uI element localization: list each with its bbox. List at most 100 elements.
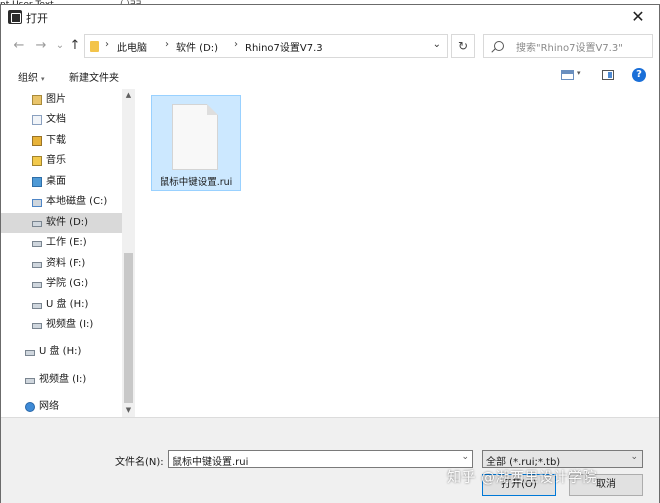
refresh-button[interactable]: ↻: [451, 34, 475, 58]
sidebar-item-drive-g[interactable]: 学院 (G:): [1, 274, 122, 294]
open-file-dialog: 打开 ✕ ← → ⌄ ↑ › 此电脑 › 软件 (D:) › Rhino7设置V…: [0, 4, 660, 503]
sidebar-item-label: U 盘 (H:): [46, 299, 89, 310]
file-type-select[interactable]: 全部 (*.rui;*.tb) ⌄: [482, 450, 643, 468]
sidebar-item-drive-d[interactable]: 软件 (D:): [1, 213, 122, 233]
network-icon: [25, 402, 35, 412]
file-name-label: 鼠标中键设置.rui: [159, 177, 233, 188]
sidebar-item-label: 学院 (G:): [46, 278, 89, 289]
chevron-down-icon[interactable]: ⌄: [461, 452, 469, 462]
drive-icon: [25, 378, 35, 384]
breadcrumb-this-pc[interactable]: 此电脑: [117, 39, 147, 54]
folder-icon: [90, 41, 99, 52]
refresh-icon: ↻: [457, 39, 469, 53]
change-view-icon[interactable]: [561, 70, 574, 80]
sidebar-item-downloads[interactable]: 下载: [1, 131, 122, 151]
documents-icon: [32, 115, 42, 125]
sidebar-item-desktop[interactable]: 桌面: [1, 172, 122, 192]
breadcrumb-separator-icon: ›: [234, 39, 238, 50]
breadcrumb-current-folder[interactable]: Rhino7设置V7.3: [245, 39, 323, 54]
drive-icon: [32, 262, 42, 268]
file-item[interactable]: 鼠标中键设置.rui: [151, 95, 241, 191]
new-folder-label: 新建文件夹: [69, 73, 119, 84]
title-bar: 打开 ✕: [1, 5, 659, 29]
forward-button[interactable]: →: [33, 38, 49, 54]
breadcrumb-separator-icon: ›: [165, 39, 169, 50]
close-icon: ✕: [631, 7, 645, 26]
sidebar-item-label: 本地磁盘 (C:): [46, 196, 108, 207]
new-folder-button[interactable]: 新建文件夹: [69, 69, 119, 84]
scroll-down-icon[interactable]: ▼: [122, 404, 135, 417]
back-arrow-icon: ←: [13, 38, 25, 53]
sidebar-item-label: 下载: [46, 135, 66, 146]
close-button[interactable]: ✕: [627, 6, 649, 28]
organize-label: 组织: [18, 73, 38, 84]
sidebar-item-drive-f[interactable]: 资料 (F:): [1, 254, 122, 274]
sidebar-item-drive-c[interactable]: 本地磁盘 (C:): [1, 192, 122, 212]
recent-locations-button[interactable]: ⌄: [52, 38, 68, 54]
up-button[interactable]: ↑: [67, 38, 83, 54]
blank-file-icon: [172, 104, 218, 170]
sidebar-item-label: 资料 (F:): [46, 258, 86, 269]
window-title: 打开: [26, 12, 48, 25]
forward-arrow-icon: →: [35, 38, 47, 53]
navigation-bar: ← → ⌄ ↑ › 此电脑 › 软件 (D:) › Rhino7设置V7.3 ⌄…: [1, 29, 659, 63]
file-name-input[interactable]: 鼠标中键设置.rui ⌄: [168, 450, 473, 468]
breadcrumb-drive-d[interactable]: 软件 (D:): [176, 39, 218, 54]
drive-icon: [32, 303, 42, 309]
sidebar-item-label: 视频盘 (I:): [46, 319, 94, 330]
address-bar[interactable]: › 此电脑 › 软件 (D:) › Rhino7设置V7.3 ⌄: [84, 34, 448, 58]
file-name-value: 鼠标中键设置.rui: [172, 457, 249, 468]
music-icon: [32, 156, 42, 166]
navigation-pane-scrollbar[interactable]: ▲ ▼: [122, 89, 135, 417]
system-drive-icon: [32, 199, 42, 207]
drive-icon: [32, 282, 42, 288]
drive-icon: [32, 241, 42, 247]
back-button[interactable]: ←: [11, 38, 27, 54]
address-history-dropdown[interactable]: ⌄: [433, 39, 441, 50]
sidebar-item-label: 音乐: [46, 155, 66, 166]
drive-icon: [25, 350, 35, 356]
app-icon: [8, 10, 22, 24]
sidebar-item-network[interactable]: 网络: [1, 397, 122, 417]
chevron-down-icon: ⌄: [55, 40, 65, 51]
organize-button[interactable]: 组织 ▾: [18, 69, 45, 84]
search-icon: [494, 41, 504, 51]
sidebar-item-label: 视频盘 (I:): [39, 374, 87, 385]
sidebar-item-usb-h[interactable]: U 盘 (H:): [1, 342, 122, 362]
file-type-value: 全部 (*.rui;*.tb): [486, 457, 561, 468]
pictures-icon: [32, 95, 42, 105]
watermark-text: 知乎 @湖西里设计学院: [447, 470, 597, 486]
help-icon[interactable]: ?: [632, 68, 646, 82]
sidebar-item-video-i[interactable]: 视频盘 (I:): [1, 370, 122, 390]
file-list-area[interactable]: 鼠标中键设置.rui: [135, 89, 659, 417]
sidebar-item-label: 软件 (D:): [46, 217, 89, 228]
file-name-label: 文件名(N):: [115, 457, 164, 468]
chevron-down-icon: ⌄: [630, 452, 638, 462]
caret-down-icon: ▾: [41, 75, 45, 83]
drive-icon: [32, 323, 42, 329]
preview-pane-icon[interactable]: [602, 70, 614, 80]
sidebar-item-label: 工作 (E:): [46, 237, 87, 248]
sidebar-item-drive-h[interactable]: U 盘 (H:): [1, 295, 122, 315]
breadcrumb-separator-icon: ›: [105, 39, 109, 50]
sidebar-item-label: U 盘 (H:): [39, 346, 82, 357]
sidebar-item-label: 桌面: [46, 176, 66, 187]
sidebar-item-label: 网络: [39, 401, 59, 412]
up-arrow-icon: ↑: [69, 38, 81, 53]
sidebar-item-label: 图片: [46, 94, 66, 105]
search-placeholder: 搜索"Rhino7设置V7.3": [516, 43, 623, 54]
search-box[interactable]: 搜索"Rhino7设置V7.3": [483, 34, 653, 58]
sidebar-item-pictures[interactable]: 图片: [1, 90, 122, 110]
scroll-up-icon[interactable]: ▲: [122, 89, 135, 102]
sidebar-item-label: 文档: [46, 114, 66, 125]
navigation-pane: 图片 文档 下载 音乐 桌面 本地磁盘 (C:) 软件 (D:) 工作 (E:)…: [1, 89, 122, 417]
view-options-dropdown[interactable]: ▾: [577, 69, 581, 77]
desktop-icon: [32, 177, 42, 187]
sidebar-item-music[interactable]: 音乐: [1, 151, 122, 171]
sidebar-item-documents[interactable]: 文档: [1, 110, 122, 130]
downloads-icon: [32, 136, 42, 146]
sidebar-item-drive-i[interactable]: 视频盘 (I:): [1, 315, 122, 335]
scrollbar-thumb[interactable]: [124, 253, 133, 403]
drive-icon: [32, 221, 42, 227]
sidebar-item-drive-e[interactable]: 工作 (E:): [1, 233, 122, 253]
